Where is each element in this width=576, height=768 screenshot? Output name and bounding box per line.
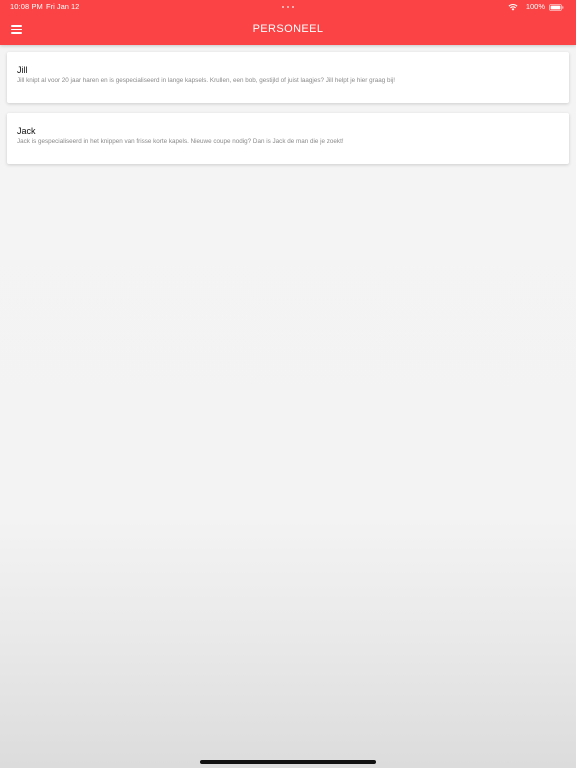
battery-icon (549, 4, 564, 11)
staff-name: Jill (17, 65, 28, 75)
wifi-icon (508, 4, 518, 11)
status-time: 10:08 PM (10, 2, 43, 11)
staff-name: Jack (17, 126, 36, 136)
staff-list: Jill Jill knipt al voor 20 jaar haren en… (7, 52, 569, 174)
page-title: PERSONEEL (252, 23, 324, 35)
status-bar: 10:08 PM Fri Jan 12 100% (0, 0, 576, 14)
multitasking-dots-icon[interactable] (282, 6, 295, 8)
staff-description: Jill knipt al voor 20 jaar haren en is g… (17, 77, 396, 84)
app-header: 10:08 PM Fri Jan 12 100% PERSONEEL (0, 0, 576, 45)
staff-card-jack[interactable]: Jack Jack is gespecialiseerd in het knip… (7, 113, 569, 164)
battery-percentage: 100% (525, 2, 545, 11)
status-date: Fri Jan 12 (46, 2, 80, 11)
home-indicator[interactable] (200, 760, 376, 764)
staff-description: Jack is gespecialiseerd in het knippen v… (17, 138, 344, 145)
staff-card-jill[interactable]: Jill Jill knipt al voor 20 jaar haren en… (7, 52, 569, 103)
